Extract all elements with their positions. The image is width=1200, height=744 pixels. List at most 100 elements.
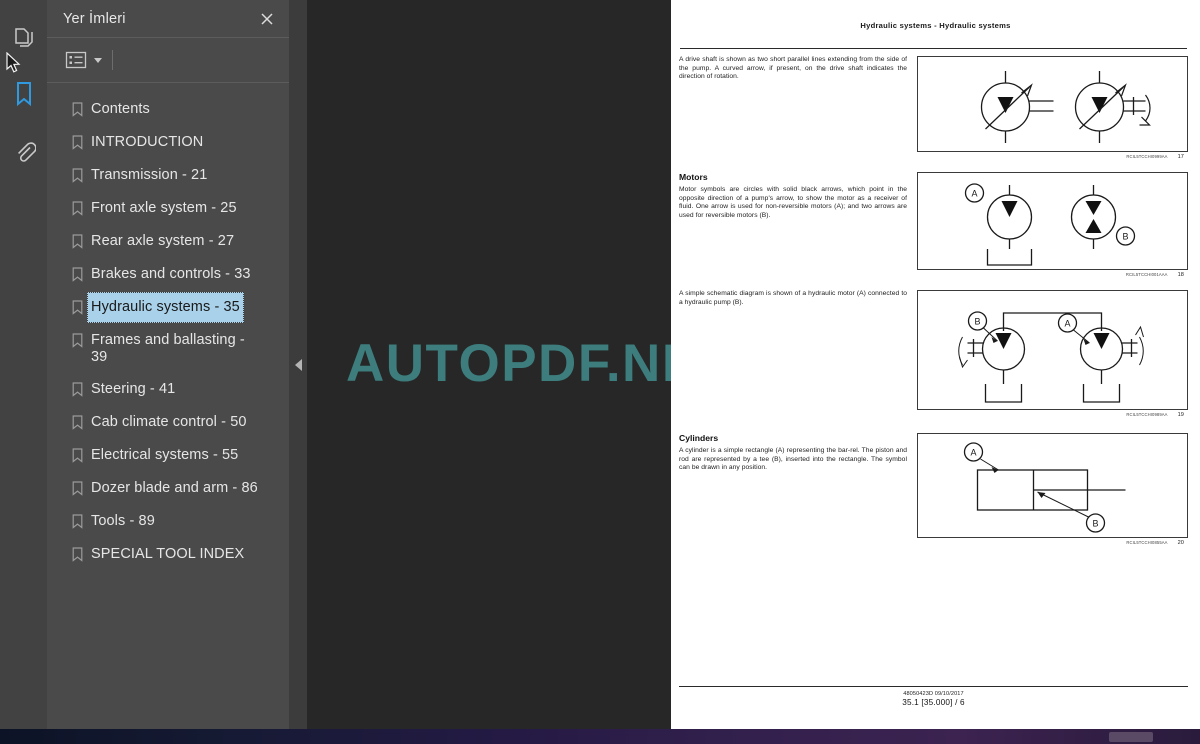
bookmark-item-icon bbox=[67, 506, 87, 529]
page-footer: 48050423D 09/10/2017 35.1 [35.000] / 6 bbox=[679, 686, 1188, 707]
bookmark-item[interactable]: INTRODUCTION bbox=[47, 126, 289, 159]
content-block: A simple schematic diagram is shown of a… bbox=[679, 290, 1188, 418]
panel-title: Yer İmleri bbox=[63, 10, 126, 27]
bookmark-item-icon bbox=[67, 440, 87, 463]
block-figure-column: B A RCIL5TCCHI0989AA 19 bbox=[917, 290, 1188, 418]
bookmarks-panel: Yer İmleri Contents INTRODUCTION Transmi… bbox=[47, 0, 289, 729]
toolbar-divider bbox=[112, 50, 113, 70]
collapse-left-icon[interactable] bbox=[294, 358, 302, 371]
bookmark-item[interactable]: Tools - 89 bbox=[47, 505, 289, 538]
page-running-header: Hydraulic systems - Hydraulic systems bbox=[860, 21, 1011, 30]
bookmark-item-icon bbox=[67, 374, 87, 397]
figure-number: 19 bbox=[1177, 412, 1184, 418]
block-text-column: A simple schematic diagram is shown of a… bbox=[679, 290, 907, 418]
figure-number: 20 bbox=[1177, 540, 1184, 546]
mouse-cursor bbox=[6, 52, 21, 73]
block-text-column: A drive shaft is shown as two short para… bbox=[679, 56, 907, 160]
pdf-reader-window: Yer İmleri Contents INTRODUCTION Transmi… bbox=[0, 0, 1200, 744]
block-figure-column: A B RCIL5TCCHI001AAA 18 bbox=[917, 172, 1188, 278]
taskbar-button[interactable] bbox=[1109, 732, 1153, 742]
bookmark-item-icon bbox=[67, 160, 87, 183]
figure-caption: RCIL5TCCHI001AAA 18 bbox=[917, 270, 1188, 278]
bookmark-item-label: SPECIAL TOOL INDEX bbox=[91, 546, 245, 562]
bookmark-item-label: Electrical systems - 55 bbox=[91, 447, 239, 463]
bookmark-item[interactable]: Rear axle system - 27 bbox=[47, 225, 289, 258]
figure-motor-pump-schematic: B A bbox=[917, 290, 1188, 410]
block-paragraph: A simple schematic diagram is shown of a… bbox=[679, 290, 907, 306]
figure-ref: RCIL5TCCHI0855AA bbox=[1126, 540, 1168, 545]
bookmark-item-label: Transmission - 21 bbox=[91, 167, 208, 183]
panel-header: Yer İmleri bbox=[47, 0, 289, 38]
section-title: Cylinders bbox=[679, 433, 719, 443]
block-figure-column: RCIL5TCCHI0999AA 17 bbox=[917, 56, 1188, 160]
bookmarks-icon[interactable] bbox=[4, 72, 44, 116]
close-icon[interactable] bbox=[255, 7, 279, 31]
bookmark-item[interactable]: Transmission - 21 bbox=[47, 159, 289, 192]
bookmark-item[interactable]: Frames and ballasting - 39 bbox=[47, 324, 289, 373]
sidebar-icon-rail bbox=[0, 0, 47, 729]
bookmark-item[interactable]: Front axle system - 25 bbox=[47, 192, 289, 225]
bookmark-item-label: Hydraulic systems - 35 bbox=[87, 292, 244, 323]
footer-divider bbox=[679, 686, 1188, 687]
bookmark-item-selected[interactable]: Hydraulic systems - 35 bbox=[47, 291, 289, 324]
panel-toolbar bbox=[47, 38, 289, 83]
bookmark-item-label: Contents bbox=[91, 101, 150, 117]
content-divider bbox=[680, 48, 1187, 49]
figure-ref: RCIL5TCCHI0999AA bbox=[1126, 154, 1168, 159]
list-options-icon[interactable] bbox=[65, 50, 102, 70]
bookmark-item-icon bbox=[67, 407, 87, 430]
pdf-viewer: AUTOPDF.NET Hydraulic systems - Hydrauli… bbox=[307, 0, 1200, 729]
bookmark-item[interactable]: Contents bbox=[47, 93, 289, 126]
bookmark-item-label: Frames and ballasting - 39 bbox=[91, 332, 245, 365]
svg-text:A: A bbox=[970, 448, 976, 458]
content-block: Motors Motor symbols are circles with so… bbox=[679, 172, 1188, 278]
block-text-column: Motors Motor symbols are circles with so… bbox=[679, 172, 907, 278]
bookmark-list: Contents INTRODUCTION Transmission - 21 … bbox=[47, 83, 289, 571]
bookmark-item-label: Steering - 41 bbox=[91, 381, 176, 397]
svg-text:A: A bbox=[971, 189, 977, 199]
bookmark-item[interactable]: Dozer blade and arm - 86 bbox=[47, 472, 289, 505]
figure-caption: RCIL5TCCHI0989AA 19 bbox=[917, 410, 1188, 418]
bookmark-item-label: INTRODUCTION bbox=[91, 134, 204, 150]
bookmark-item-icon bbox=[67, 94, 87, 117]
figure-number: 17 bbox=[1177, 154, 1184, 160]
figure-motor-symbols: A B bbox=[917, 172, 1188, 270]
bookmark-item-label: Dozer blade and arm - 86 bbox=[91, 480, 258, 496]
bookmark-item-label: Cab climate control - 50 bbox=[91, 414, 247, 430]
bookmark-item-icon bbox=[67, 226, 87, 249]
block-paragraph: A cylinder is a simple rectangle (A) rep… bbox=[679, 447, 907, 472]
figure-caption: RCIL5TCCHI0999AA 17 bbox=[917, 152, 1188, 160]
bookmark-item-icon bbox=[67, 127, 87, 150]
bookmark-item-icon bbox=[67, 193, 87, 216]
figure-ref: RCIL5TCCHI001AAA bbox=[1125, 272, 1168, 277]
figure-cylinder-symbol: A B bbox=[917, 433, 1188, 538]
panel-collapse-handle[interactable] bbox=[289, 0, 307, 729]
footer-page-number: 35.1 [35.000] / 6 bbox=[902, 698, 965, 707]
attachments-icon[interactable] bbox=[4, 130, 44, 174]
block-paragraph: A drive shaft is shown as two short para… bbox=[679, 56, 907, 81]
taskbar[interactable] bbox=[0, 729, 1200, 744]
bookmark-item-label: Front axle system - 25 bbox=[91, 200, 237, 216]
content-block: A drive shaft is shown as two short para… bbox=[679, 56, 1188, 160]
bookmark-item[interactable]: Brakes and controls - 33 bbox=[47, 258, 289, 291]
bookmark-item-icon bbox=[67, 292, 87, 315]
figure-ref: RCIL5TCCHI0989AA bbox=[1126, 412, 1168, 417]
section-title: Motors bbox=[679, 172, 708, 182]
block-text-column: Cylinders A cylinder is a simple rectang… bbox=[679, 433, 907, 546]
svg-text:B: B bbox=[1092, 519, 1098, 529]
svg-text:B: B bbox=[1122, 232, 1128, 242]
bookmark-item-label: Rear axle system - 27 bbox=[91, 233, 235, 249]
bookmark-item[interactable]: Steering - 41 bbox=[47, 373, 289, 406]
bookmark-item-icon bbox=[67, 539, 87, 562]
bookmark-item-label: Tools - 89 bbox=[91, 513, 155, 529]
content-block: Cylinders A cylinder is a simple rectang… bbox=[679, 433, 1188, 546]
page-body: A drive shaft is shown as two short para… bbox=[671, 48, 1200, 546]
bookmark-item-icon bbox=[67, 325, 87, 348]
bookmark-item[interactable]: SPECIAL TOOL INDEX bbox=[47, 538, 289, 571]
bookmark-item[interactable]: Electrical systems - 55 bbox=[47, 439, 289, 472]
pdf-page: Hydraulic systems - Hydraulic systems A … bbox=[671, 0, 1200, 729]
chevron-down-icon[interactable] bbox=[94, 57, 102, 63]
figure-pump-symbols bbox=[917, 56, 1188, 152]
bookmark-item[interactable]: Cab climate control - 50 bbox=[47, 406, 289, 439]
svg-text:A: A bbox=[1064, 319, 1070, 329]
